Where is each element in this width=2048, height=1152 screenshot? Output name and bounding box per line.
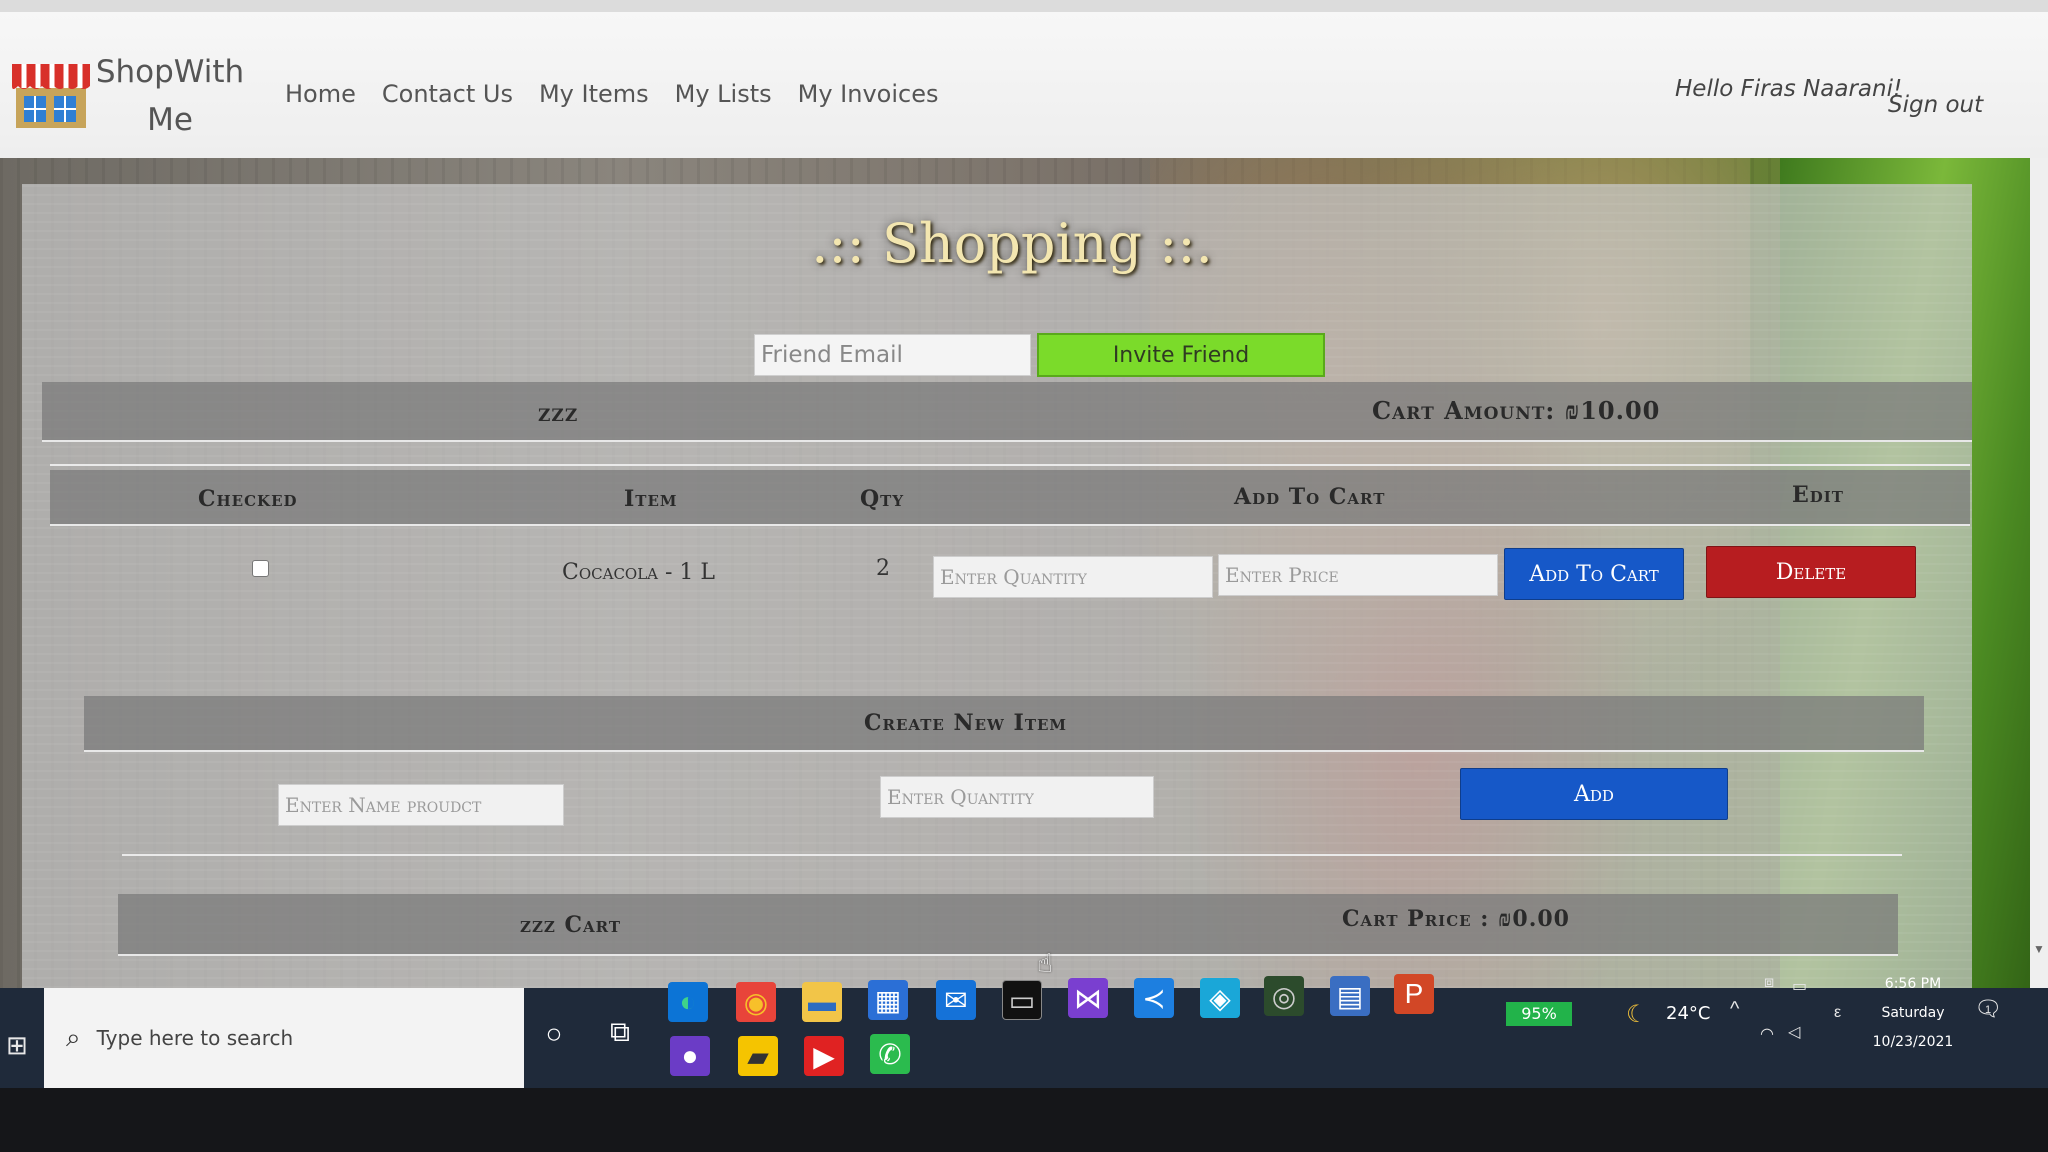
delete-button[interactable]: Delete — [1706, 546, 1916, 598]
terminal-icon[interactable]: ▭ — [1002, 980, 1042, 1020]
brand-name[interactable]: ShopWith Me — [95, 48, 245, 144]
new-item-name-input[interactable] — [278, 784, 564, 826]
sign-out-link[interactable]: Sign out — [1888, 92, 1983, 118]
top-navbar: ShopWith Me Home Contact Us My Items My … — [0, 0, 2048, 158]
windows-icon[interactable]: ⊞ — [6, 1030, 28, 1061]
cart-quantity-input[interactable] — [933, 556, 1213, 598]
add-to-cart-button[interactable]: Add To Cart — [1504, 548, 1684, 600]
edge-icon[interactable]: ◐ — [668, 982, 708, 1022]
mail-icon[interactable]: ✉ — [936, 980, 976, 1020]
col-edit: Edit — [1792, 482, 1844, 508]
temperature[interactable]: 24°C — [1666, 1003, 1710, 1024]
nav-my-invoices[interactable]: My Invoices — [798, 80, 939, 108]
cart-amount: Cart Amount: ₪10.00 — [1372, 396, 1661, 425]
wifi-icon[interactable]: ◠ — [1760, 1024, 1774, 1044]
col-checked: Checked — [198, 486, 298, 512]
task-view-icon[interactable]: ⧉ — [600, 1012, 640, 1052]
volume-icon[interactable]: ◁ — [1788, 1022, 1800, 1042]
clock-time: 6:56 PM — [1884, 976, 1942, 992]
item-name: Cocacola - 1 L — [562, 560, 716, 585]
vscode-icon[interactable]: ≺ — [1134, 978, 1174, 1018]
github-icon[interactable]: ● — [670, 1036, 710, 1076]
mouse-cursor-icon: ☝ — [1037, 948, 1053, 978]
nav-links: Home Contact Us My Items My Lists My Inv… — [285, 80, 939, 108]
folder-icon[interactable]: ▬ — [802, 982, 842, 1022]
divider — [122, 854, 1902, 856]
powerpoint-icon[interactable]: P — [1394, 974, 1434, 1014]
weather-moon-icon[interactable]: ☾ — [1626, 1000, 1648, 1029]
clock[interactable]: 6:56 PM Saturday 10/23/2021 — [1858, 970, 1968, 1057]
table-header: Checked Item Qty Add To Cart Edit — [50, 470, 1970, 526]
page-background: .:: Shopping ::. Invite Friend zzz Cart … — [0, 158, 2048, 988]
col-item: Item — [624, 486, 678, 512]
user-greeting: Hello Firas Naarani! — [1675, 76, 1903, 102]
add-item-button[interactable]: Add — [1460, 768, 1728, 820]
friend-email-input[interactable] — [754, 334, 1031, 376]
network-icon[interactable]: ⧈ — [1764, 974, 1774, 992]
whatsapp-icon[interactable]: ✆ — [870, 1034, 910, 1074]
azure-icon[interactable]: ◈ — [1200, 978, 1240, 1018]
battery-tray-icon[interactable]: ▭ — [1792, 976, 1807, 996]
col-add-to-cart: Add To Cart — [1234, 484, 1386, 510]
create-item-title: Create New Item — [864, 710, 1068, 736]
search-placeholder: Type here to search — [96, 1026, 294, 1050]
input-language-icon[interactable]: ε — [1834, 1004, 1841, 1022]
shopping-panel: .:: Shopping ::. Invite Friend zzz Cart … — [22, 184, 1972, 988]
scroll-down-icon[interactable]: ▼ — [2033, 942, 2045, 956]
nav-contact-us[interactable]: Contact Us — [382, 80, 513, 108]
cart-price-input[interactable] — [1218, 554, 1498, 596]
clock-date: 10/23/2021 — [1872, 1034, 1954, 1050]
cart-price: Cart Price : ₪0.00 — [1342, 906, 1570, 932]
cart-title: zzz Cart — [520, 912, 622, 938]
item-checkbox[interactable] — [252, 560, 269, 577]
list-name: zzz — [538, 398, 579, 427]
search-icon: ⌕ — [66, 1022, 81, 1052]
clock-day: Saturday — [1881, 1005, 1945, 1021]
col-qty: Qty — [860, 486, 905, 512]
cortana-icon[interactable]: ○ — [534, 1014, 574, 1054]
invite-friend-button[interactable]: Invite Friend — [1037, 333, 1325, 377]
page-title: .:: Shopping ::. — [811, 212, 1213, 275]
create-item-header: Create New Item — [84, 696, 1924, 752]
shop-awning-icon[interactable] — [10, 50, 92, 132]
divider — [50, 464, 1970, 466]
nav-my-lists[interactable]: My Lists — [675, 80, 772, 108]
calculator-icon[interactable]: ▤ — [1330, 976, 1370, 1016]
new-item-quantity-input[interactable] — [880, 776, 1154, 818]
battery-indicator[interactable]: 95% — [1506, 1002, 1572, 1026]
visual-studio-icon[interactable]: ⋈ — [1068, 978, 1108, 1018]
camera-icon[interactable]: ◎ — [1264, 976, 1304, 1016]
youtube-icon[interactable]: ▶ — [804, 1036, 844, 1076]
store-icon[interactable]: ▦ — [868, 980, 908, 1020]
page-scrollbar[interactable] — [2030, 158, 2048, 988]
notification-count: 1 — [1985, 1004, 1992, 1016]
item-qty: 2 — [876, 556, 890, 581]
cart-header-bar: zzz Cart Cart Price : ₪0.00 — [118, 894, 1898, 956]
chevron-up-icon[interactable]: ^ — [1730, 998, 1739, 1021]
taskbar-search-box[interactable]: ⌕ Type here to search — [44, 988, 524, 1088]
nav-my-items[interactable]: My Items — [539, 80, 649, 108]
chrome-icon[interactable]: ◉ — [736, 982, 776, 1022]
list-header-bar: zzz Cart Amount: ₪10.00 — [42, 382, 1972, 442]
monitor-bezel — [0, 1088, 2048, 1152]
nav-home[interactable]: Home — [285, 80, 356, 108]
sticky-notes-icon[interactable]: ▰ — [738, 1036, 778, 1076]
